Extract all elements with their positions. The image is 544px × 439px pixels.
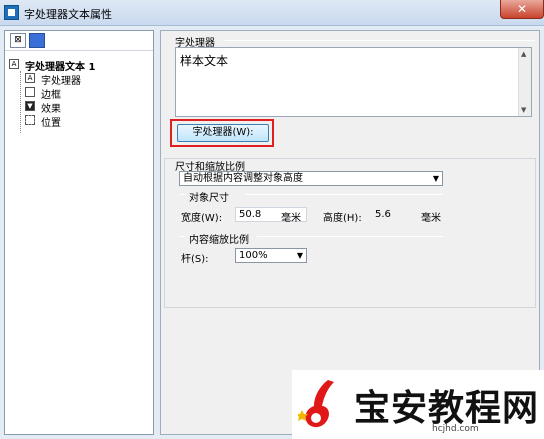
divider <box>179 236 185 237</box>
width-unit: 毫米 <box>281 213 301 224</box>
word-processor-button[interactable]: 字处理器(W): <box>177 124 269 142</box>
effect-icon: ▼ <box>25 101 35 111</box>
layers-icon[interactable] <box>29 33 45 48</box>
size-mode-value: 自动根据内容调整对象高度 <box>183 173 303 184</box>
width-value: 50.8 <box>239 209 262 220</box>
close-icon: ✕ <box>516 2 528 16</box>
chevron-down-icon: ▼ <box>432 174 439 183</box>
scale-value: 100% <box>239 250 268 261</box>
height-value: 5.6 <box>375 209 391 220</box>
text-icon: A <box>25 73 35 83</box>
watermark-logo <box>298 380 334 428</box>
object-size-label: 对象尺寸 <box>189 193 229 204</box>
scroll-down-icon[interactable]: ▼ <box>521 106 526 114</box>
textarea-scrollbar[interactable]: ▲ ▼ <box>518 48 531 116</box>
size-scale-group: 尺寸和缩放比例 自动根据内容调整对象高度 ▼ 对象尺寸 宽度(W): 50.8 … <box>164 158 536 308</box>
scroll-up-icon[interactable]: ▲ <box>521 50 526 58</box>
tree-root[interactable]: A 字处理器文本 1 <box>5 57 153 73</box>
property-tree-panel: ⊠ A 字处理器文本 1 A 字处理器 边框 ▼ 效果 位置 <box>4 30 154 435</box>
text-content-area[interactable]: 样本文本 ▲ ▼ <box>175 47 532 117</box>
text-content-value: 样本文本 <box>180 54 229 68</box>
height-field: 5.6 <box>371 207 421 222</box>
app-icon <box>4 5 19 20</box>
scale-label: 杆(S): <box>181 254 209 265</box>
text-object-icon: A <box>9 59 19 69</box>
content-scale-label: 内容缩放比例 <box>189 235 249 246</box>
close-button[interactable]: ✕ <box>500 0 544 19</box>
width-label: 宽度(W): <box>181 213 223 224</box>
divider <box>179 194 185 195</box>
watermark-url: hcjhd.com <box>432 424 479 434</box>
scale-select[interactable]: 100% ▼ <box>235 248 307 263</box>
border-icon <box>25 87 35 97</box>
tree-item-position[interactable]: 位置 <box>5 113 153 129</box>
height-unit: 毫米 <box>421 213 441 224</box>
tree-item-border[interactable]: 边框 <box>5 85 153 101</box>
tree-item-effect[interactable]: ▼ 效果 <box>5 99 153 115</box>
tree-connector <box>20 71 21 133</box>
title-bar: 字处理器文本属性 ✕ <box>0 0 544 26</box>
property-tree: A 字处理器文本 1 A 字处理器 边框 ▼ 效果 位置 <box>5 57 153 129</box>
size-mode-select[interactable]: 自动根据内容调整对象高度 ▼ <box>179 171 443 186</box>
tree-item-word-processor[interactable]: A 字处理器 <box>5 71 153 87</box>
tree-toolbar: ⊠ <box>5 31 153 51</box>
divider <box>257 236 443 237</box>
watermark: 宝安教程网 hcjhd.com <box>292 370 544 439</box>
expand-icon[interactable]: ⊠ <box>10 33 26 48</box>
window-title: 字处理器文本属性 <box>24 8 112 21</box>
height-label: 高度(H): <box>323 213 362 224</box>
divider <box>225 40 535 41</box>
position-icon <box>25 115 35 125</box>
divider <box>245 194 443 195</box>
chevron-down-icon: ▼ <box>296 251 303 260</box>
tree-item-label: 位置 <box>41 118 61 129</box>
